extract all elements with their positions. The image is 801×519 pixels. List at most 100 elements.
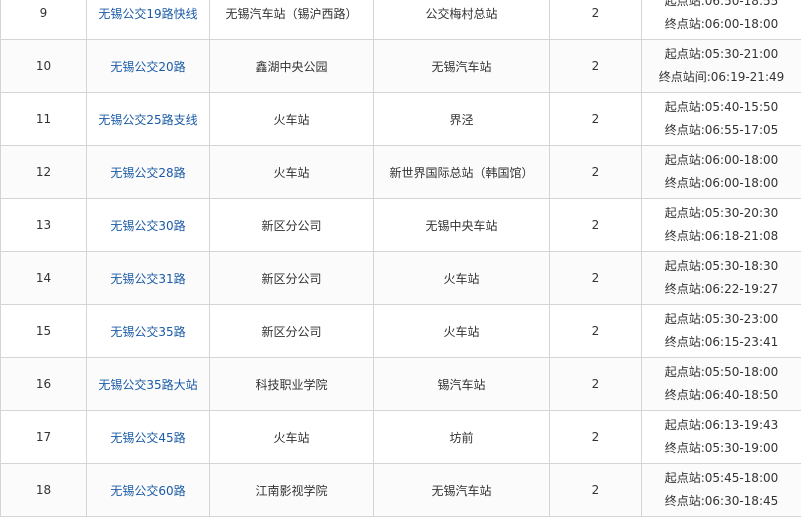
start-time: 起点站:05:50-18:00 [664, 365, 779, 379]
line-cell: 无锡公交30路 [86, 198, 210, 252]
end-station: 锡汽车站 [373, 357, 550, 411]
line-cell: 无锡公交20路 [86, 39, 210, 93]
row-number: 12 [0, 145, 87, 199]
time-cell: 起点站:05:50-18:00 终点站:06:40-18:50 [641, 357, 801, 411]
line-cell: 无锡公交35路 [86, 304, 210, 358]
table-row: 9 无锡公交19路快线 无锡汽车站（锡沪西路） 公交梅村总站 2 起点站:06:… [0, 0, 801, 40]
start-station: 江南影视学院 [209, 463, 374, 517]
end-time: 终点站:06:40-18:50 [664, 388, 779, 402]
table-row: 18 无锡公交60路 江南影视学院 无锡汽车站 2 起点站:05:45-18:0… [0, 463, 801, 517]
count-value: 2 [549, 145, 642, 199]
start-time: 起点站:05:30-20:30 [664, 206, 779, 220]
start-station: 新区分公司 [209, 198, 374, 252]
line-cell: 无锡公交60路 [86, 463, 210, 517]
start-station: 新区分公司 [209, 251, 374, 305]
start-station: 新区分公司 [209, 304, 374, 358]
time-cell: 起点站:05:45-18:00 终点站:06:30-18:45 [641, 463, 801, 517]
route-link[interactable]: 无锡公交60路 [110, 484, 185, 498]
line-cell: 无锡公交45路 [86, 410, 210, 464]
start-station: 火车站 [209, 92, 374, 146]
route-link[interactable]: 无锡公交25路支线 [98, 113, 197, 127]
row-number: 11 [0, 92, 87, 146]
row-number: 13 [0, 198, 87, 252]
start-station: 火车站 [209, 410, 374, 464]
end-station: 无锡汽车站 [373, 463, 550, 517]
time-cell: 起点站:06:00-18:00 终点站:06:00-18:00 [641, 145, 801, 199]
line-cell: 无锡公交31路 [86, 251, 210, 305]
table-body: 9 无锡公交19路快线 无锡汽车站（锡沪西路） 公交梅村总站 2 起点站:06:… [0, 0, 801, 517]
line-cell: 无锡公交19路快线 [86, 0, 210, 40]
row-number: 17 [0, 410, 87, 464]
row-number: 14 [0, 251, 87, 305]
end-time: 终点站:06:22-19:27 [664, 282, 779, 296]
row-number: 10 [0, 39, 87, 93]
row-number: 9 [0, 0, 87, 40]
count-value: 2 [549, 0, 642, 40]
count-value: 2 [549, 251, 642, 305]
end-time: 终点站:06:18-21:08 [664, 229, 779, 243]
time-cell: 起点站:05:30-20:30 终点站:06:18-21:08 [641, 198, 801, 252]
route-link[interactable]: 无锡公交20路 [110, 60, 185, 74]
table-row: 14 无锡公交31路 新区分公司 火车站 2 起点站:05:30-18:30 终点… [0, 251, 801, 305]
route-link[interactable]: 无锡公交30路 [110, 219, 185, 233]
bus-route-table: 9 无锡公交19路快线 无锡汽车站（锡沪西路） 公交梅村总站 2 起点站:06:… [0, 0, 801, 517]
start-station: 无锡汽车站（锡沪西路） [209, 0, 374, 40]
route-link[interactable]: 无锡公交45路 [110, 431, 185, 445]
route-link[interactable]: 无锡公交31路 [110, 272, 185, 286]
count-value: 2 [549, 463, 642, 517]
time-cell: 起点站:06:13-19:43 终点站:05:30-19:00 [641, 410, 801, 464]
route-link[interactable]: 无锡公交35路大站 [98, 378, 197, 392]
end-station: 无锡中央车站 [373, 198, 550, 252]
row-number: 15 [0, 304, 87, 358]
route-link[interactable]: 无锡公交19路快线 [98, 7, 197, 21]
end-station: 坊前 [373, 410, 550, 464]
line-cell: 无锡公交25路支线 [86, 92, 210, 146]
count-value: 2 [549, 39, 642, 93]
start-station: 科技职业学院 [209, 357, 374, 411]
start-station: 火车站 [209, 145, 374, 199]
end-station: 界泾 [373, 92, 550, 146]
end-station: 公交梅村总站 [373, 0, 550, 40]
table-row: 13 无锡公交30路 新区分公司 无锡中央车站 2 起点站:05:30-20:3… [0, 198, 801, 252]
end-station: 火车站 [373, 304, 550, 358]
table-row: 12 无锡公交28路 火车站 新世界国际总站（韩国馆） 2 起点站:06:00-… [0, 145, 801, 199]
end-time: 终点站:06:00-18:00 [664, 17, 779, 31]
start-time: 起点站:06:13-19:43 [664, 418, 779, 432]
time-cell: 起点站:05:30-18:30 终点站:06:22-19:27 [641, 251, 801, 305]
count-value: 2 [549, 304, 642, 358]
table-row: 15 无锡公交35路 新区分公司 火车站 2 起点站:05:30-23:00 终点… [0, 304, 801, 358]
end-time: 终点站间:06:19-21:49 [658, 70, 785, 84]
end-time: 终点站:05:30-19:00 [664, 441, 779, 455]
count-value: 2 [549, 92, 642, 146]
start-time: 起点站:06:50-18:55 [664, 0, 779, 8]
table-row: 10 无锡公交20路 鑫湖中央公园 无锡汽车站 2 起点站:05:30-21:0… [0, 39, 801, 93]
count-value: 2 [549, 357, 642, 411]
start-time: 起点站:06:00-18:00 [664, 153, 779, 167]
route-link[interactable]: 无锡公交35路 [110, 325, 185, 339]
end-time: 终点站:06:55-17:05 [664, 123, 779, 137]
table-row: 17 无锡公交45路 火车站 坊前 2 起点站:06:13-19:43 终点站:0… [0, 410, 801, 464]
row-number: 16 [0, 357, 87, 411]
row-number: 18 [0, 463, 87, 517]
start-time: 起点站:05:40-15:50 [664, 100, 779, 114]
start-time: 起点站:05:30-18:30 [664, 259, 779, 273]
table-row: 11 无锡公交25路支线 火车站 界泾 2 起点站:05:40-15:50 终点站… [0, 92, 801, 146]
end-time: 终点站:06:15-23:41 [664, 335, 779, 349]
line-cell: 无锡公交35路大站 [86, 357, 210, 411]
start-time: 起点站:05:30-21:00 [664, 47, 779, 61]
end-station: 火车站 [373, 251, 550, 305]
time-cell: 起点站:05:30-23:00 终点站:06:15-23:41 [641, 304, 801, 358]
count-value: 2 [549, 410, 642, 464]
start-time: 起点站:05:30-23:00 [664, 312, 779, 326]
end-time: 终点站:06:30-18:45 [664, 494, 779, 508]
route-link[interactable]: 无锡公交28路 [110, 166, 185, 180]
end-station: 新世界国际总站（韩国馆） [373, 145, 550, 199]
count-value: 2 [549, 198, 642, 252]
time-cell: 起点站:05:40-15:50 终点站:06:55-17:05 [641, 92, 801, 146]
time-cell: 起点站:06:50-18:55 终点站:06:00-18:00 [641, 0, 801, 40]
line-cell: 无锡公交28路 [86, 145, 210, 199]
time-cell: 起点站:05:30-21:00 终点站间:06:19-21:49 [641, 39, 801, 93]
table-row: 16 无锡公交35路大站 科技职业学院 锡汽车站 2 起点站:05:50-18:… [0, 357, 801, 411]
end-station: 无锡汽车站 [373, 39, 550, 93]
start-time: 起点站:05:45-18:00 [664, 471, 779, 485]
